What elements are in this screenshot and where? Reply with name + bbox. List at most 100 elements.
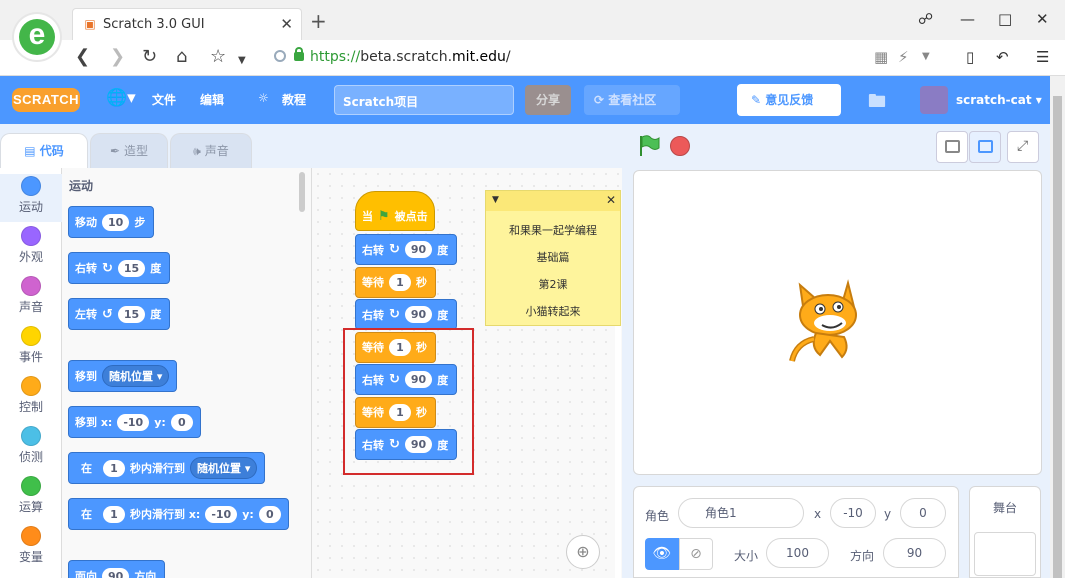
hide-sprite-button[interactable]: ⊘: [679, 538, 713, 570]
large-stage-button[interactable]: [969, 131, 1001, 163]
see-community-button[interactable]: ⟳ 查看社区: [584, 85, 680, 115]
category-dot-icon: [21, 426, 41, 446]
category-4[interactable]: 控制: [0, 374, 62, 422]
maximize-icon[interactable]: □: [998, 10, 1012, 28]
skin-icon[interactable]: ☍: [918, 10, 933, 28]
seconds-input[interactable]: 1: [389, 273, 411, 291]
direction-input[interactable]: 90: [102, 567, 130, 578]
category-2[interactable]: 声音: [0, 274, 62, 322]
home-icon[interactable]: ⌂: [176, 47, 187, 67]
glide-target-dropdown[interactable]: 随机位置 ▾: [190, 457, 258, 479]
glide-y-input[interactable]: 0: [258, 505, 281, 523]
comment-header[interactable]: ▼ ✕: [486, 191, 620, 211]
sprite-size-input[interactable]: 100: [766, 538, 829, 568]
glide-x-input[interactable]: -10: [205, 505, 238, 523]
page-scrollbar-thumb[interactable]: [1053, 96, 1062, 578]
steps-input[interactable]: 10: [102, 213, 130, 231]
stop-button[interactable]: [670, 136, 690, 156]
turn-left-block[interactable]: 左转 ↺ 15 度: [68, 298, 171, 330]
wait-block[interactable]: 等待 1 秒: [355, 266, 436, 298]
zoom-in-button[interactable]: ⊕: [566, 535, 600, 569]
glide-xy-block[interactable]: 在 1 秒内滑行到 x: -10 y: 0: [68, 498, 289, 530]
new-tab-icon[interactable]: +: [310, 11, 327, 31]
scratch-cat-sprite[interactable]: [786, 277, 866, 369]
degrees-input[interactable]: 90: [404, 241, 433, 258]
glide-xy-seconds-input[interactable]: 1: [103, 505, 125, 523]
sprite-x-input[interactable]: -10: [830, 498, 876, 528]
goto-y-input[interactable]: 0: [170, 413, 193, 431]
reading-mode-icon[interactable]: ▯: [966, 48, 974, 66]
category-3[interactable]: 事件: [0, 324, 62, 372]
category-6[interactable]: 运算: [0, 474, 62, 522]
qr-icon[interactable]: ▦: [874, 48, 888, 66]
show-sprite-button[interactable]: 👁: [645, 538, 679, 570]
small-stage-button[interactable]: [936, 131, 968, 163]
turn-right-block[interactable]: 右转 ↻ 90 度: [355, 299, 458, 330]
goto-x-input[interactable]: -10: [117, 413, 150, 431]
address-bar[interactable]: https://beta.scratch.mit.edu/: [268, 46, 868, 70]
goto-xy-block[interactable]: 移到 x: -10 y: 0: [68, 406, 201, 438]
sprite-name-input[interactable]: 角色1: [678, 498, 804, 528]
lightbulb-icon[interactable]: ☼: [258, 91, 269, 105]
page-scrollbar[interactable]: [1050, 76, 1065, 578]
stage-thumbnail[interactable]: [974, 532, 1036, 576]
tutorials-menu[interactable]: 教程: [282, 91, 306, 108]
my-stuff-folder-icon[interactable]: 🖿: [868, 89, 886, 119]
when-flag-clicked-block[interactable]: 当 ⚑ 被点击: [355, 191, 435, 231]
turn-right-block[interactable]: 右转 ↻ 90 度: [355, 234, 458, 265]
glide-block[interactable]: 在 1 秒内滑行到 随机位置 ▾: [68, 452, 266, 484]
comment-text[interactable]: 和果果一起学编程 基础篇 第2课 小猫转起来: [486, 222, 620, 319]
sprite-y-input[interactable]: 0: [900, 498, 946, 528]
scratch-logo[interactable]: SCRATCH: [12, 88, 80, 112]
green-flag-button[interactable]: [637, 134, 661, 158]
close-comment-icon[interactable]: ✕: [606, 193, 616, 207]
share-button[interactable]: 分享: [525, 85, 571, 115]
tab-costumes[interactable]: ✒ 造型: [90, 133, 168, 168]
stage-canvas[interactable]: [633, 170, 1042, 475]
collapse-icon[interactable]: ▼: [492, 195, 499, 205]
undo-icon[interactable]: ↶: [996, 48, 1009, 66]
bookmark-star-icon[interactable]: ☆: [210, 47, 226, 67]
back-icon[interactable]: ❮: [75, 47, 90, 67]
reload-icon[interactable]: ↻: [142, 47, 157, 67]
stage-selector[interactable]: 舞台: [969, 486, 1041, 578]
turn-left-degrees-input[interactable]: 15: [117, 305, 146, 323]
block-palette: 运动 移动 10 步 右转 ↻ 15 度 左转 ↺ 15 度 移到 随机位置 ▾ 移到 x: -10…: [62, 168, 312, 578]
palette-scrollbar[interactable]: [299, 172, 305, 212]
menu-icon[interactable]: ☰: [1036, 48, 1049, 66]
category-7[interactable]: 变量: [0, 524, 62, 572]
close-window-icon[interactable]: ✕: [1036, 10, 1049, 28]
tab-code[interactable]: ▤ 代码: [0, 133, 88, 168]
category-0[interactable]: 运动: [0, 174, 62, 222]
forward-icon[interactable]: ❯: [110, 47, 125, 67]
project-title-input[interactable]: Scratch项目: [334, 85, 514, 115]
move-steps-block[interactable]: 移动 10 步: [68, 206, 155, 238]
category-dot-icon: [21, 226, 41, 246]
browser-logo: e: [14, 14, 60, 60]
point-direction-block[interactable]: 面向 90 方向: [68, 560, 166, 578]
community-icon: ⟳: [594, 93, 605, 107]
turn-right-degrees-input[interactable]: 15: [117, 259, 146, 277]
fullscreen-button[interactable]: ⤢: [1007, 131, 1039, 163]
category-1[interactable]: 外观: [0, 224, 62, 272]
goto-target-dropdown[interactable]: 随机位置 ▾: [102, 365, 170, 387]
comment-note[interactable]: ▼ ✕ 和果果一起学编程 基础篇 第2课 小猫转起来: [485, 190, 621, 326]
turn-right-block[interactable]: 右转 ↻ 15 度: [68, 252, 171, 284]
feedback-button[interactable]: ✎ 意见反馈: [737, 84, 841, 116]
lightning-dropdown-icon[interactable]: ▼: [922, 51, 930, 62]
sprite-direction-input[interactable]: 90: [883, 538, 946, 568]
rotate-cw-icon: ↻: [389, 307, 400, 322]
category-5[interactable]: 侦测: [0, 424, 62, 472]
file-menu[interactable]: 文件: [152, 91, 176, 108]
edit-menu[interactable]: 编辑: [200, 91, 224, 108]
glide-seconds-input[interactable]: 1: [103, 459, 125, 477]
browser-tab[interactable]: ▣ Scratch 3.0 GUI ✕: [72, 8, 302, 40]
degrees-input[interactable]: 90: [404, 306, 433, 323]
close-tab-icon[interactable]: ✕: [280, 15, 293, 33]
bookmark-dropdown-icon[interactable]: ▼: [238, 51, 246, 71]
goto-block[interactable]: 移到 随机位置 ▾: [68, 360, 178, 392]
language-globe-icon[interactable]: 🌐▾: [106, 88, 136, 108]
minimize-icon[interactable]: —: [960, 10, 975, 28]
lightning-icon[interactable]: ⚡: [898, 48, 909, 66]
tab-sounds[interactable]: 🕪 声音: [170, 133, 252, 168]
